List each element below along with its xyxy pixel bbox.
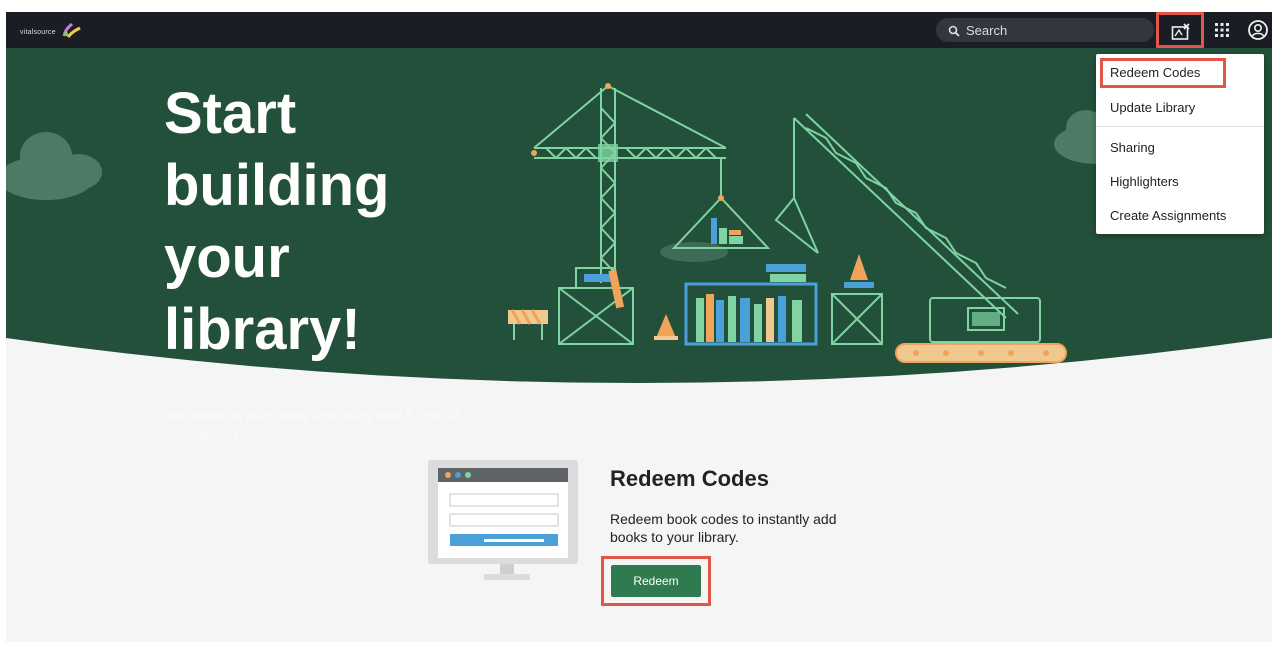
search-icon xyxy=(948,24,960,37)
redeem-description: Redeem book codes to instantly add books… xyxy=(610,511,837,545)
menu-item-sharing[interactable]: Sharing xyxy=(1110,140,1155,155)
menu-divider xyxy=(1096,126,1264,127)
search-input[interactable] xyxy=(966,21,1136,39)
menu-item-create-assignments[interactable]: Create Assignments xyxy=(1110,208,1226,223)
redeem-codes-section: Redeem Codes Redeem book codes to instan… xyxy=(6,432,1272,632)
redeem-button-highlight: Redeem xyxy=(601,556,711,606)
menu-item-update-library[interactable]: Update Library xyxy=(1110,100,1195,115)
apps-grid-icon xyxy=(1215,23,1229,37)
cloud-small xyxy=(660,242,728,262)
account-button[interactable] xyxy=(1246,18,1270,42)
redeem-title: Redeem Codes xyxy=(610,466,769,491)
apps-menu-button[interactable] xyxy=(1212,20,1232,40)
redeem-code-icon xyxy=(1171,23,1190,40)
hero-banner: Start building your library! Add books t… xyxy=(6,48,1272,443)
redeem-monitor-icon xyxy=(428,460,578,580)
top-bar: vitalsource xyxy=(6,12,1272,48)
brand-logo[interactable]: vitalsource xyxy=(20,22,82,42)
app-window: vitalsource Search Start building your l… xyxy=(6,12,1272,642)
redeem-button[interactable]: Redeem xyxy=(611,565,701,597)
menu-item-redeem-codes[interactable]: Redeem Codes xyxy=(1100,58,1226,88)
library-actions-menu: Redeem Codes Update Library Sharing High… xyxy=(1096,54,1264,234)
account-icon xyxy=(1248,20,1268,40)
hero-title: Start building your library! xyxy=(164,81,390,362)
menu-item-highlighters[interactable]: Highlighters xyxy=(1110,174,1179,189)
search-box[interactable] xyxy=(936,18,1154,42)
redeem-code-button[interactable] xyxy=(1156,12,1204,48)
